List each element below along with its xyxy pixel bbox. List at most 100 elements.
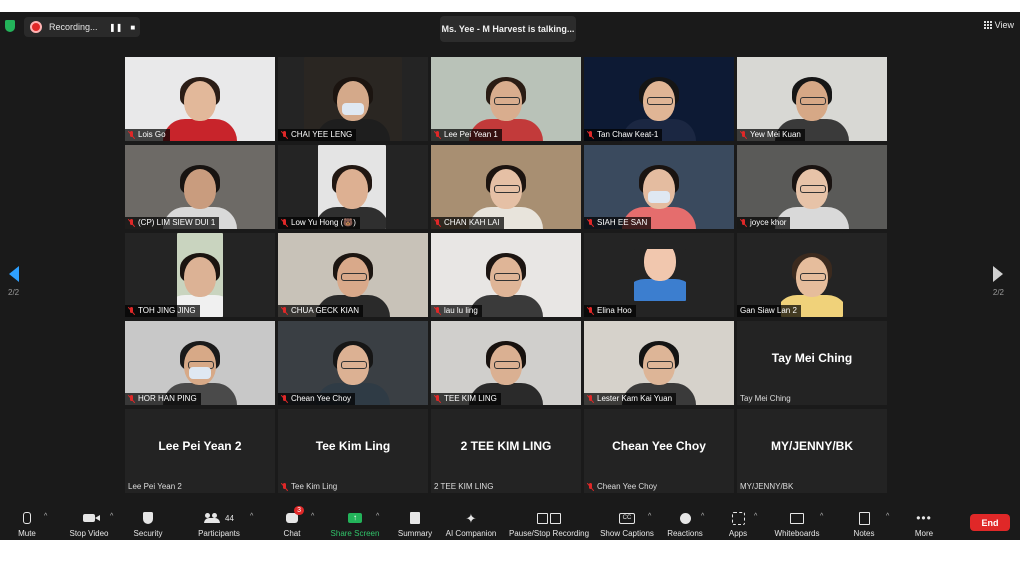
mic-muted-icon <box>587 395 594 403</box>
participant-name-label: HOR HAN PING <box>125 393 201 405</box>
chat-label: Chat <box>283 529 301 538</box>
participant-name-label: TOH JING JING <box>125 305 200 317</box>
participant-tile[interactable]: Yew Mei Kuan <box>737 57 887 141</box>
participant-video-figure <box>163 77 237 141</box>
mic-muted-icon <box>434 395 441 403</box>
participant-name-label: Elina Hoo <box>584 305 636 317</box>
stop-recording-icon[interactable]: ■ <box>130 23 135 32</box>
apps-options-caret[interactable]: ^ <box>754 513 757 520</box>
more-button[interactable]: ••• More <box>910 508 938 538</box>
participant-tile[interactable]: Lester Kam Kai Yuan <box>584 321 734 405</box>
participant-display-name: MY/JENNY/BK <box>770 439 853 453</box>
mic-muted-icon <box>434 307 441 315</box>
reactions-options-caret[interactable]: ^ <box>701 513 704 520</box>
summary-icon <box>410 512 420 524</box>
participant-tile[interactable]: Tee Kim Ling Tee Kim Ling <box>278 409 428 493</box>
participant-name-label: Low Yu Hong (🐻) <box>278 217 360 229</box>
participant-name-label: Lois Go <box>125 129 170 141</box>
share-screen-icon: ↑ <box>348 513 362 523</box>
mic-muted-icon <box>281 395 288 403</box>
participant-name: Tay Mei Ching <box>740 394 791 403</box>
mute-button[interactable]: Mute <box>14 508 40 538</box>
participant-tile[interactable]: TEE KIM LING <box>431 321 581 405</box>
recording-label: Recording... <box>49 22 98 32</box>
show-captions-label: Show Captions <box>600 529 654 538</box>
participant-tile[interactable]: CHAN KAH LAI <box>431 145 581 229</box>
participant-tile[interactable]: HOR HAN PING <box>125 321 275 405</box>
participant-name: MY/JENNY/BK <box>740 482 794 491</box>
participant-tile[interactable]: TOH JING JING <box>125 233 275 317</box>
participant-tile[interactable]: (CP) LIM SIEW DUI 1 <box>125 145 275 229</box>
whiteboards-button[interactable]: Whiteboards <box>772 508 822 538</box>
participant-name-label: (CP) LIM SIEW DUI 1 <box>125 217 220 229</box>
participants-count: 44 <box>225 513 234 523</box>
end-meeting-button[interactable]: End <box>970 514 1010 531</box>
recording-indicator: Recording... ❚❚ ■ <box>24 17 140 37</box>
participant-tile[interactable]: Chean Yee Choy Chean Yee Choy <box>584 409 734 493</box>
participant-tile[interactable]: Lois Go <box>125 57 275 141</box>
view-button[interactable]: View <box>983 20 1014 30</box>
whiteboard-icon <box>790 512 804 524</box>
notes-label: Notes <box>853 529 875 538</box>
mic-muted-icon <box>587 307 594 315</box>
participant-tile[interactable]: Low Yu Hong (🐻) <box>278 145 428 229</box>
participant-tile[interactable]: CHAI YEE LENG <box>278 57 428 141</box>
active-speaker-banner: Ms. Yee - M Harvest is talking... <box>440 16 576 42</box>
participant-tile[interactable]: Lee Pei Yean 1 <box>431 57 581 141</box>
pause-recording-icon[interactable]: ❚❚ <box>109 23 122 32</box>
participant-name: Gan Siaw Lan 2 <box>740 306 797 315</box>
participant-tile[interactable]: Gan Siaw Lan 2 <box>737 233 887 317</box>
reactions-button[interactable]: Reactions <box>666 508 704 538</box>
notes-button[interactable]: Notes <box>850 508 878 538</box>
mic-muted-icon <box>281 482 288 491</box>
whiteboards-options-caret[interactable]: ^ <box>820 513 823 520</box>
participant-tile[interactable]: Chean Yee Choy <box>278 321 428 405</box>
stop-video-button[interactable]: Stop Video <box>66 508 112 538</box>
participants-options-caret[interactable]: ^ <box>250 513 253 520</box>
participant-tile[interactable]: Elina Hoo <box>584 233 734 317</box>
pause-stop-recording-button[interactable]: Pause/Stop Recording <box>508 508 590 538</box>
participants-button[interactable]: 44 Participants <box>194 508 244 538</box>
share-screen-button[interactable]: ↑ Share Screen <box>330 508 380 538</box>
participant-tile[interactable]: MY/JENNY/BK MY/JENNY/BK <box>737 409 887 493</box>
mic-muted-icon <box>434 131 441 139</box>
participant-tile[interactable]: lau lu ling <box>431 233 581 317</box>
participant-tile[interactable]: SIAH EE SAN <box>584 145 734 229</box>
participant-tile[interactable]: CHUA GECK KIAN <box>278 233 428 317</box>
participant-name-label: Yew Mei Kuan <box>737 129 805 141</box>
mic-muted-icon <box>281 307 288 315</box>
participant-tile[interactable]: joyce khor <box>737 145 887 229</box>
ai-companion-button[interactable]: ✦ AI Companion <box>444 508 498 539</box>
participant-tile[interactable]: Tan Chaw Keat-1 <box>584 57 734 141</box>
security-button[interactable]: Security <box>130 508 166 538</box>
mic-muted-icon <box>434 219 441 227</box>
ai-companion-label: AI Companion <box>445 529 497 538</box>
participant-tile[interactable]: Tay Mei Ching Tay Mei Ching <box>737 321 887 405</box>
encryption-shield-icon[interactable] <box>5 20 15 32</box>
chat-button[interactable]: 3 Chat <box>280 506 304 538</box>
microphone-icon <box>23 512 31 524</box>
mic-muted-icon <box>740 131 747 139</box>
participant-name-label: CHAI YEE LENG <box>278 129 357 141</box>
chat-options-caret[interactable]: ^ <box>311 513 314 520</box>
participant-tile[interactable]: Lee Pei Yean 2 Lee Pei Yean 2 <box>125 409 275 493</box>
video-options-caret[interactable]: ^ <box>110 513 113 520</box>
audio-options-caret[interactable]: ^ <box>44 513 47 520</box>
chat-unread-badge: 3 <box>294 506 304 515</box>
next-page-button[interactable]: 2/2 <box>993 266 1004 297</box>
apps-button[interactable]: Apps <box>726 508 750 538</box>
participant-name: CHUA GECK KIAN <box>291 306 360 315</box>
participant-name: SIAH EE SAN <box>597 218 648 227</box>
video-camera-icon <box>83 514 100 522</box>
notes-options-caret[interactable]: ^ <box>886 513 889 520</box>
grid-view-icon <box>983 21 992 29</box>
arrow-right-icon <box>993 266 1004 282</box>
participant-name-label: 2 TEE KIM LING <box>434 482 493 491</box>
previous-page-button[interactable]: 2/2 <box>8 266 19 297</box>
page-indicator-right: 2/2 <box>992 288 1004 297</box>
share-options-caret[interactable]: ^ <box>376 513 379 520</box>
captions-options-caret[interactable]: ^ <box>648 513 651 520</box>
summary-button[interactable]: Summary <box>396 508 434 538</box>
mic-muted-icon <box>281 219 288 227</box>
participant-tile[interactable]: 2 TEE KIM LING 2 TEE KIM LING <box>431 409 581 493</box>
